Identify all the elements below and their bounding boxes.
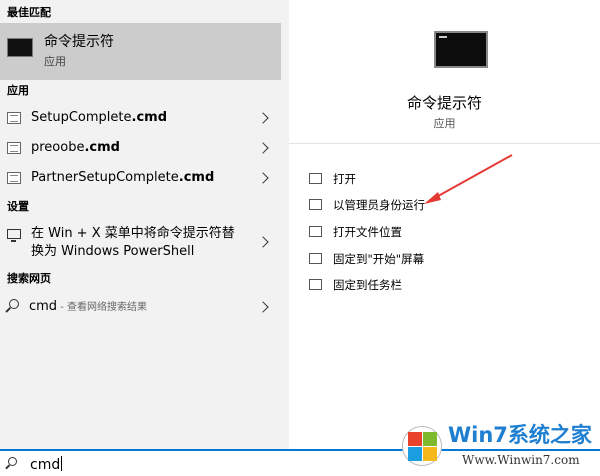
section-web: 搜索网页 (7, 272, 51, 285)
cmd-file-icon (7, 142, 21, 154)
action-open-file-location[interactable]: 打开文件位置 (309, 221, 509, 243)
setting-label-line1: 在 Win + X 菜单中将命令提示符替 (31, 226, 235, 241)
search-input[interactable]: cmd (30, 456, 63, 474)
search-icon (9, 299, 19, 309)
cmd-terminal-icon (7, 38, 33, 57)
chevron-right-icon[interactable] (257, 301, 269, 313)
preview-divider (289, 143, 600, 144)
cmd-terminal-icon (434, 31, 488, 68)
app-item-label: PartnerSetupComplete.cmd (31, 170, 215, 185)
chevron-right-icon[interactable] (257, 236, 269, 248)
app-item-preoobe[interactable]: preoobe.cmd (0, 134, 281, 162)
cmd-file-icon (7, 172, 21, 184)
setting-item-powershell[interactable]: 在 Win + X 菜单中将命令提示符替 换为 Windows PowerShe… (0, 220, 281, 264)
web-search-label: cmd - 查看网络搜索结果 (29, 299, 148, 314)
web-search-item[interactable]: cmd - 查看网络搜索结果 (0, 292, 281, 322)
action-label: 打开文件位置 (333, 225, 402, 239)
app-item-setupcomplete[interactable]: SetupComplete.cmd (0, 104, 281, 132)
search-icon (8, 457, 17, 466)
action-label: 打开 (333, 172, 356, 186)
section-apps: 应用 (7, 84, 29, 97)
action-label: 固定到任务栏 (333, 278, 402, 292)
watermark-site: Www.Winwin7.com (462, 453, 580, 467)
action-open[interactable]: 打开 (309, 168, 509, 190)
monitor-icon (7, 229, 21, 242)
preview-subtitle: 应用 (433, 117, 456, 130)
watermark-brand: Win7系统之家 (448, 423, 592, 447)
section-settings: 设置 (7, 200, 29, 213)
action-pin-to-start[interactable]: 固定到"开始"屏幕 (309, 248, 509, 270)
section-best-match: 最佳匹配 (7, 6, 51, 19)
windows-logo-icon (402, 426, 442, 466)
results-panel: 最佳匹配 命令提示符 应用 应用 SetupComplete.cmd preoo… (0, 0, 281, 449)
best-match-subtitle: 应用 (44, 55, 66, 68)
action-label: 以管理员身份运行 (333, 198, 425, 212)
open-icon (309, 173, 322, 184)
best-match-title: 命令提示符 (44, 34, 114, 50)
run-as-admin-icon (309, 199, 322, 210)
app-item-label: preoobe.cmd (31, 140, 120, 155)
app-item-label: SetupComplete.cmd (31, 110, 167, 125)
action-label: 固定到"开始"屏幕 (333, 252, 425, 266)
pin-taskbar-icon (309, 279, 322, 290)
pin-icon (309, 253, 322, 264)
file-location-icon (309, 226, 322, 237)
chevron-right-icon[interactable] (257, 112, 269, 124)
action-pin-to-taskbar[interactable]: 固定到任务栏 (309, 274, 509, 296)
action-run-as-admin[interactable]: 以管理员身份运行 (309, 194, 509, 216)
app-item-partnersetupcomplete[interactable]: PartnerSetupComplete.cmd (0, 164, 281, 192)
text-caret (61, 456, 63, 471)
cmd-file-icon (7, 112, 21, 124)
best-match-item[interactable]: 命令提示符 应用 (0, 23, 281, 80)
preview-title: 命令提示符 (406, 94, 482, 112)
chevron-right-icon[interactable] (257, 142, 269, 154)
setting-label-line2: 换为 Windows PowerShell (31, 244, 195, 259)
chevron-right-icon[interactable] (257, 172, 269, 184)
watermark: Win7系统之家 Www.Winwin7.com (402, 422, 598, 474)
